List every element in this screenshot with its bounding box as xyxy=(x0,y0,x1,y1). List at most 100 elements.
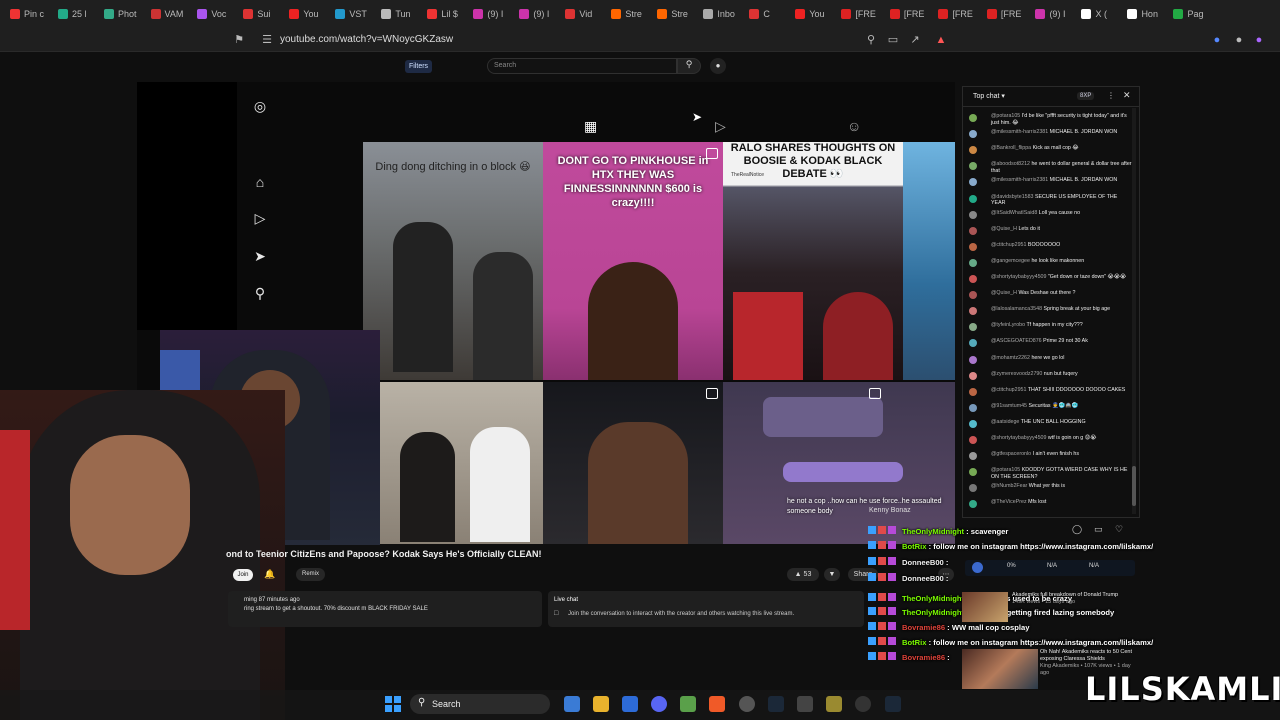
windows-start-icon[interactable] xyxy=(385,696,401,712)
file-explorer-icon[interactable] xyxy=(593,696,609,712)
chat-username[interactable]: @mohamtz2262 xyxy=(991,355,1030,361)
chat-username[interactable]: @shortytaybabyyy4509 xyxy=(991,274,1046,280)
chat-username[interactable]: @lalosalamanca3548 xyxy=(991,306,1042,312)
close-icon[interactable]: ✕ xyxy=(1123,90,1131,101)
search-input[interactable]: Search xyxy=(487,58,677,74)
chat-username[interactable]: @gtfespaceronlo xyxy=(991,451,1031,457)
chat-username[interactable]: @shortytaybabyyy4509 xyxy=(991,435,1046,441)
discord-icon[interactable] xyxy=(651,696,667,712)
live-chat-box[interactable]: Live chat □ Join the conversation to int… xyxy=(548,591,864,627)
top-chat-dropdown[interactable]: Top chat ▾ xyxy=(973,92,1005,100)
browser-tab[interactable]: Phot xyxy=(98,3,143,25)
rec-item[interactable]: Akademiks full breakdown of Donald Trump… xyxy=(1012,592,1134,606)
home-icon[interactable]: ⌂ xyxy=(252,174,268,190)
join-button[interactable]: Join xyxy=(233,569,253,581)
video-tile[interactable] xyxy=(380,382,543,544)
video-tile[interactable]: RALO SHARES THOUGHTS ON BOOSIE & KODAK B… xyxy=(723,142,903,380)
chat-username[interactable]: @zymeresvoodz2790 xyxy=(991,371,1042,377)
share-icon[interactable]: ↗ xyxy=(908,33,922,47)
chat-username[interactable]: @Bankroll_flippa xyxy=(991,145,1031,151)
browser-tab[interactable]: Lil $ xyxy=(421,3,465,25)
browser-tab[interactable]: VAM xyxy=(145,3,190,25)
chat-username[interactable]: @tyfeinLyrobo xyxy=(991,322,1025,328)
browser-tab[interactable]: Sui xyxy=(237,3,281,25)
bookmark-icon[interactable]: ⚑ xyxy=(232,33,246,47)
browser-tab[interactable]: C xyxy=(743,3,787,25)
bell-icon[interactable]: 🔔 xyxy=(264,569,275,580)
browser-tab[interactable]: Hon xyxy=(1121,3,1165,25)
chat-username[interactable]: @ItSaidWhatISaid8 xyxy=(991,210,1037,216)
obs-icon[interactable] xyxy=(739,696,755,712)
video-tile[interactable]: he not a cop ..how can he use force..he … xyxy=(723,382,955,544)
site-info-icon[interactable]: ☰ xyxy=(260,33,274,47)
instagram-icon[interactable]: ◎ xyxy=(252,98,268,114)
dislike-button[interactable]: ▼ xyxy=(824,568,840,581)
profile-icon[interactable]: ● xyxy=(1252,33,1266,47)
chat-username[interactable]: @ASCEGOATED876 xyxy=(991,338,1042,344)
browser-tab[interactable]: Stre xyxy=(651,3,695,25)
browser-tab[interactable]: You xyxy=(283,3,327,25)
browser-tab[interactable]: VST xyxy=(329,3,373,25)
chat-username[interactable]: @potara105 xyxy=(991,113,1020,119)
reels-tab-icon[interactable]: ▷ xyxy=(715,118,726,135)
search-button[interactable]: ⚲ xyxy=(677,58,701,74)
chat-username[interactable]: @gangemcegee xyxy=(991,258,1030,264)
more-vert-icon[interactable]: ⋮ xyxy=(1107,91,1115,100)
tagged-icon[interactable]: ☺ xyxy=(847,118,861,134)
chat-username[interactable]: @TheVicePrez xyxy=(991,499,1027,505)
browser-tab[interactable]: Voc xyxy=(191,3,235,25)
browser-tab[interactable]: X ( xyxy=(1075,3,1119,25)
reels-icon[interactable]: ▷ xyxy=(252,210,268,226)
browser-tab[interactable]: [FRE xyxy=(884,3,931,25)
brave-icon[interactable] xyxy=(709,696,725,712)
browser-tab[interactable]: [FRE xyxy=(835,3,882,25)
app-icon[interactable] xyxy=(855,696,871,712)
filters-button[interactable]: Filters xyxy=(405,60,433,73)
browser-tab[interactable]: (9) I xyxy=(467,3,511,25)
browser-tab[interactable]: You xyxy=(789,3,833,25)
browser-tab[interactable]: Inbo xyxy=(697,3,741,25)
brave-shield-icon[interactable]: ▲ xyxy=(934,33,948,47)
browser-tab[interactable]: Vid xyxy=(559,3,603,25)
chat-username[interactable]: @davidsbyte1583 xyxy=(991,194,1033,200)
steam-icon[interactable] xyxy=(885,696,901,712)
voice-search-button[interactable]: ● xyxy=(710,58,726,74)
copilot-icon[interactable] xyxy=(564,696,580,712)
chat-settings-icon[interactable]: ◯ xyxy=(1072,524,1082,535)
browser-tab[interactable]: 25 l xyxy=(52,3,96,25)
send-icon[interactable]: ➤ xyxy=(252,248,268,264)
app-icon[interactable] xyxy=(797,696,813,712)
chat-popout-icon[interactable]: ▭ xyxy=(1094,524,1103,535)
store-icon[interactable] xyxy=(622,696,638,712)
chat-username[interactable]: @hNumb2Fear xyxy=(991,483,1027,489)
chat-username[interactable]: @Quise_H xyxy=(991,290,1017,296)
video-tile[interactable] xyxy=(903,142,955,380)
chat-username[interactable]: @91samtum45 xyxy=(991,403,1027,409)
video-tile[interactable] xyxy=(543,382,723,544)
app-icon[interactable] xyxy=(826,696,842,712)
video-tile[interactable]: Ding dong ditching in o block 😆 xyxy=(363,142,543,380)
chat-username[interactable]: @Quise_H xyxy=(991,226,1017,232)
chat-username[interactable]: @aboodsot8212 xyxy=(991,161,1030,167)
browser-tab[interactable]: (9) I xyxy=(1029,3,1073,25)
browser-tab[interactable]: Pin c xyxy=(4,3,50,25)
chat-scrollbar-thumb[interactable] xyxy=(1132,466,1136,506)
heart-icon[interactable]: ♡ xyxy=(1115,524,1123,535)
grid-icon[interactable]: ▦ xyxy=(584,118,597,135)
zoom-icon[interactable]: ⚲ xyxy=(864,33,878,47)
steam-icon[interactable] xyxy=(768,696,784,712)
browser-tab[interactable]: Pag xyxy=(1167,3,1211,25)
browser-tab[interactable]: [FRE xyxy=(932,3,979,25)
browser-tab[interactable]: (9) I xyxy=(513,3,557,25)
url-text[interactable]: youtube.com/watch?v=WNoycGKZasw xyxy=(280,34,453,45)
chat-username[interactable]: @ctitchup2951 xyxy=(991,387,1026,393)
chat-username[interactable]: @potara105 xyxy=(991,467,1020,473)
browser-tab[interactable]: Stre xyxy=(605,3,649,25)
chat-username[interactable]: @milessmith-harris2381 xyxy=(991,129,1048,135)
rec-thumbnail[interactable] xyxy=(962,649,1038,689)
chat-scrollbar[interactable] xyxy=(1132,108,1136,514)
chat-username[interactable]: @aatsidege xyxy=(991,419,1019,425)
remix-button[interactable]: Remix xyxy=(296,568,326,581)
browser-tab[interactable]: Tun xyxy=(375,3,419,25)
video-tile[interactable]: DONT GO TO PINKHOUSE in HTX THEY WAS FIN… xyxy=(543,142,723,380)
